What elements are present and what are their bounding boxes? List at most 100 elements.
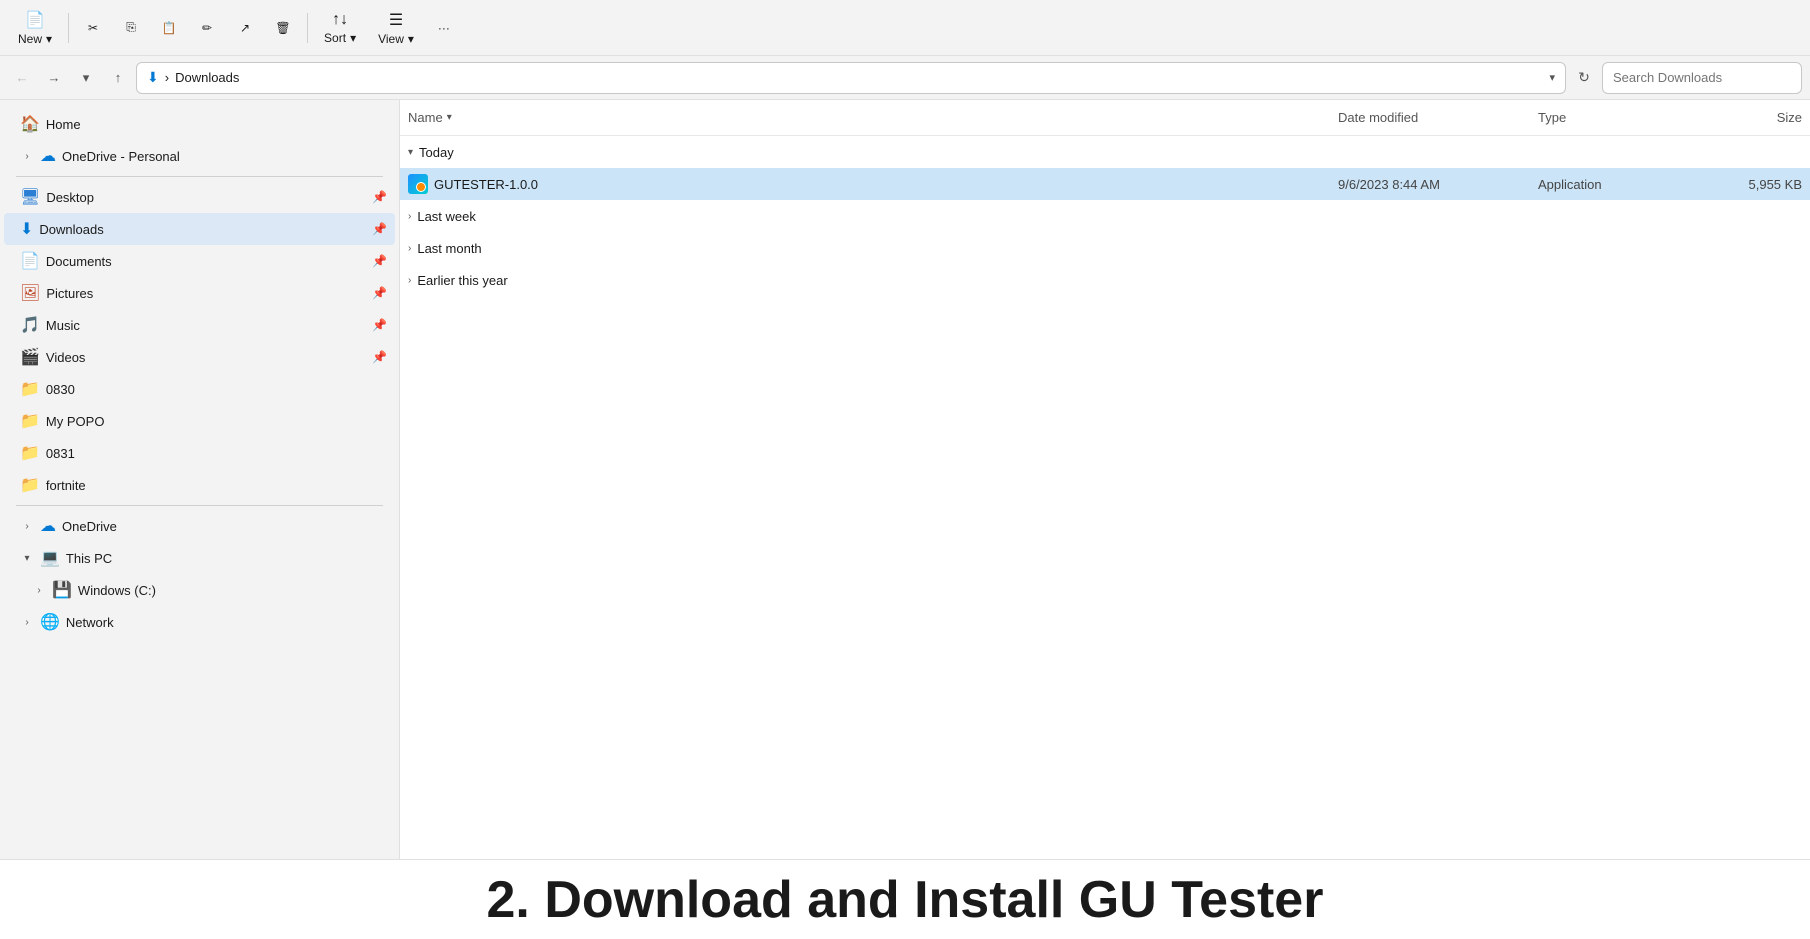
up-button[interactable]: ↑ <box>104 64 132 92</box>
sort-button[interactable]: ↑↓ Sort ▾ <box>314 5 366 51</box>
rename-icon: ✏ <box>202 21 212 35</box>
sidebar-item-documents[interactable]: 📄 Documents 📌 <box>4 245 395 277</box>
address-separator: › <box>165 70 169 85</box>
address-downloads-icon: ⬇ <box>147 69 159 86</box>
cut-button[interactable]: ✂ <box>75 5 111 51</box>
new-arrow: ▾ <box>46 32 52 46</box>
toolbar: 📄 New ▾ ✂ ⎘ 📋 ✏ ↗ 🗑 ↑↓ Sort ▾ ☰ View ▾ <box>0 0 1810 56</box>
earlierthisyear-chevron: › <box>408 275 411 286</box>
back-button[interactable]: ← <box>8 64 36 92</box>
sidebar-item-thispc[interactable]: ▾ 💻 This PC <box>4 542 395 574</box>
pictures-icon: 🖼 <box>20 283 40 303</box>
sidebar-label-mypopo: My POPO <box>46 414 387 429</box>
sidebar-item-videos[interactable]: 🎬 Videos 📌 <box>4 341 395 373</box>
sidebar-item-downloads[interactable]: ⬇ Downloads 📌 <box>4 213 395 245</box>
sidebar-item-0830[interactable]: 📁 0830 <box>4 373 395 405</box>
sidebar-label-music: Music <box>46 318 366 333</box>
music-icon: 🎵 <box>20 315 40 335</box>
sidebar-item-music[interactable]: 🎵 Music 📌 <box>4 309 395 341</box>
header-date-label: Date modified <box>1338 110 1418 125</box>
desktop-icon: 🖥 <box>20 187 40 207</box>
share-button[interactable]: ↗ <box>227 5 263 51</box>
sidebar-label-home: Home <box>46 117 387 132</box>
view-button[interactable]: ☰ View ▾ <box>368 5 424 51</box>
sidebar-item-home[interactable]: 🏠 Home <box>4 108 395 140</box>
bottom-text-area: 2. Download and Install GU Tester <box>0 859 1810 939</box>
header-name-sort: ▾ <box>447 112 452 123</box>
forward-icon: → <box>48 70 61 85</box>
separator-1 <box>68 13 69 43</box>
sidebar-divider-1 <box>16 176 383 177</box>
videos-icon: 🎬 <box>20 347 40 367</box>
sidebar-label-videos: Videos <box>46 350 366 365</box>
header-size[interactable]: Size <box>1690 100 1810 135</box>
gutester-date: 9/6/2023 8:44 AM <box>1330 177 1530 192</box>
recent-icon: ▾ <box>83 70 90 86</box>
gutester-size: 5,955 KB <box>1690 177 1810 192</box>
sidebar-item-mypopo[interactable]: 📁 My POPO <box>4 405 395 437</box>
header-type[interactable]: Type <box>1530 100 1690 135</box>
sidebar-label-desktop: Desktop <box>46 190 366 205</box>
address-bar[interactable]: ⬇ › Downloads ▾ <box>136 62 1566 94</box>
sidebar-item-onedrive2[interactable]: › ☁ OneDrive <box>4 510 395 542</box>
videos-pin-icon: 📌 <box>372 350 387 364</box>
sidebar-item-pictures[interactable]: 🖼 Pictures 📌 <box>4 277 395 309</box>
refresh-button[interactable]: ↻ <box>1570 64 1598 92</box>
sidebar-label-onedrive2: OneDrive <box>62 519 387 534</box>
sidebar-divider-2 <box>16 505 383 506</box>
documents-icon: 📄 <box>20 251 40 271</box>
gutester-filename: GUTESTER-1.0.0 <box>434 177 538 192</box>
recent-button[interactable]: ▾ <box>72 64 100 92</box>
folder-mypopo-icon: 📁 <box>20 411 40 431</box>
file-row-gutester[interactable]: GUTESTER-1.0.0 9/6/2023 8:44 AM Applicat… <box>400 168 1810 200</box>
paste-button[interactable]: 📋 <box>151 5 187 51</box>
gutester-type: Application <box>1530 177 1690 192</box>
pictures-pin-icon: 📌 <box>372 286 387 300</box>
thispc-expand-icon: ▾ <box>20 553 34 564</box>
view-arrow: ▾ <box>408 32 414 46</box>
sidebar-label-thispc: This PC <box>66 551 387 566</box>
folder-0830-icon: 📁 <box>20 379 40 399</box>
header-name[interactable]: Name ▾ <box>400 100 1330 135</box>
sort-label: Sort <box>324 31 346 45</box>
sidebar-item-windowsc[interactable]: › 💾 Windows (C:) <box>4 574 395 606</box>
view-label: View <box>378 32 404 46</box>
sidebar-item-onedrive[interactable]: › ☁ OneDrive - Personal <box>4 140 395 172</box>
new-button[interactable]: 📄 New ▾ <box>8 5 62 51</box>
address-row: ← → ▾ ↑ ⬇ › Downloads ▾ ↻ <box>0 56 1810 100</box>
onedrive2-icon: ☁ <box>40 516 56 536</box>
back-icon: ← <box>16 70 29 85</box>
copy-button[interactable]: ⎘ <box>113 5 149 51</box>
delete-button[interactable]: 🗑 <box>265 5 301 51</box>
new-label: New <box>18 32 42 46</box>
header-date[interactable]: Date modified <box>1330 100 1530 135</box>
group-lastmonth[interactable]: › Last month <box>400 232 1810 264</box>
sidebar-item-desktop[interactable]: 🖥 Desktop 📌 <box>4 181 395 213</box>
sidebar-item-fortnite[interactable]: 📁 fortnite <box>4 469 395 501</box>
header-size-label: Size <box>1777 110 1802 125</box>
more-button[interactable]: ··· <box>426 5 462 51</box>
lastweek-chevron: › <box>408 211 411 222</box>
main-layout: 🏠 Home › ☁ OneDrive - Personal 🖥 Desktop… <box>0 100 1810 859</box>
sort-arrow: ▾ <box>350 31 356 45</box>
downloads-icon: ⬇ <box>20 219 33 239</box>
sidebar-item-network[interactable]: › 🌐 Network <box>4 606 395 638</box>
onedrive-icon: ☁ <box>40 146 56 166</box>
refresh-icon: ↻ <box>1578 69 1590 86</box>
paste-icon: 📋 <box>162 21 177 35</box>
group-earlierthisyear[interactable]: › Earlier this year <box>400 264 1810 296</box>
search-input[interactable] <box>1602 62 1802 94</box>
sidebar-label-onedrive: OneDrive - Personal <box>62 149 387 164</box>
forward-button[interactable]: → <box>40 64 68 92</box>
group-lastweek[interactable]: › Last week <box>400 200 1810 232</box>
separator-2 <box>307 13 308 43</box>
lastweek-label: Last week <box>417 209 476 224</box>
sidebar-label-network: Network <box>66 615 387 630</box>
sidebar-label-downloads: Downloads <box>39 222 366 237</box>
group-today[interactable]: ▾ Today <box>400 136 1810 168</box>
view-icon: ☰ <box>389 10 403 30</box>
rename-button[interactable]: ✏ <box>189 5 225 51</box>
onedrive-expand-icon: › <box>20 151 34 162</box>
gutester-name-cell: GUTESTER-1.0.0 <box>400 174 1330 194</box>
sidebar-item-0831[interactable]: 📁 0831 <box>4 437 395 469</box>
